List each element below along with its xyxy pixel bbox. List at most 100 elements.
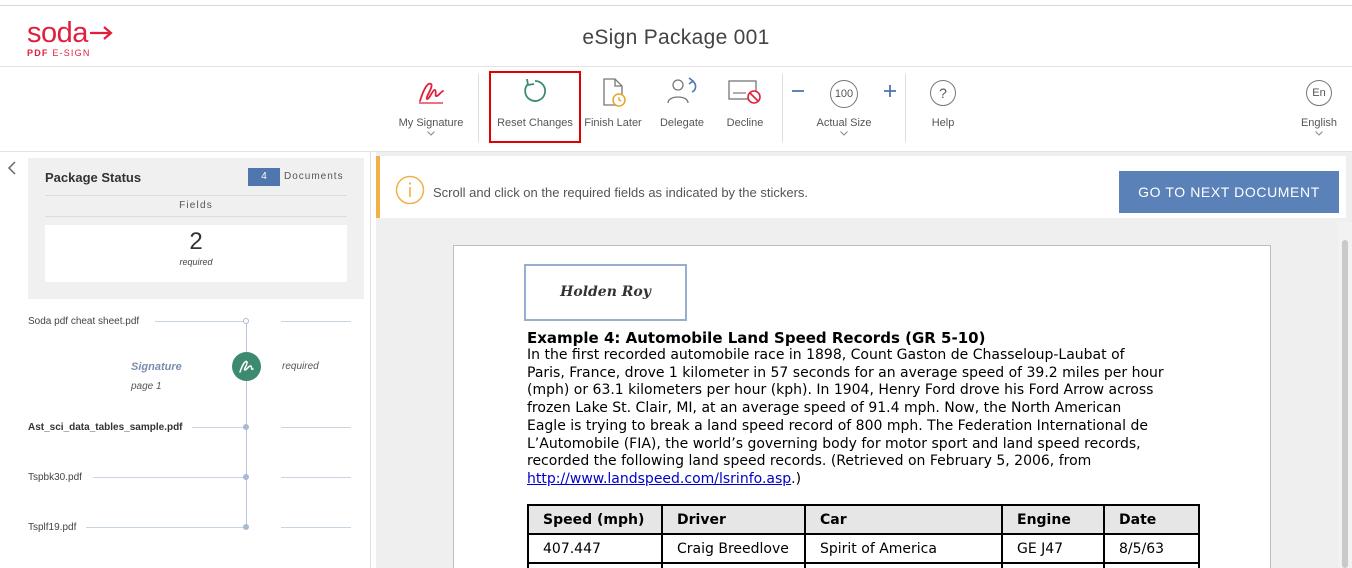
decline-label: Decline (726, 117, 764, 129)
decline-button[interactable]: Decline (715, 68, 775, 144)
paragraph-line: In the first recorded automobile race in… (527, 347, 1125, 363)
vertical-scrollbar[interactable] (1338, 222, 1352, 568)
paragraph-line: (mph) or 63.1 kilometers per hour (kph).… (527, 382, 1154, 399)
my-signature-label: My Signature (398, 117, 464, 129)
timeline-node (243, 318, 249, 324)
signature-status-icon[interactable] (232, 352, 261, 381)
document-item-tsplf19[interactable]: Tsplf19.pdf (28, 522, 76, 533)
document-viewer: Scroll and click on the required fields … (376, 152, 1352, 568)
signature-field[interactable]: Holden Roy (524, 264, 687, 321)
header: soda PDF E-SIGN eSign Package 001 (0, 6, 1352, 67)
help-label: Help (931, 117, 955, 129)
paragraph-line: recorded the following land speed record… (527, 453, 1092, 470)
table-header-cell: Date (1103, 504, 1200, 535)
landspeed-link[interactable]: http://www.landspeed.com/lsrinfo.asp (527, 471, 791, 487)
chevron-down-icon (1315, 131, 1323, 136)
scrollbar-thumb[interactable] (1342, 240, 1348, 568)
delegate-button[interactable]: Delegate (651, 68, 713, 144)
table-header-cell: Car (804, 504, 1003, 535)
table-row: 407.447 Craig Breedlove Spirit of Americ… (527, 533, 1200, 564)
document-item-ast-sci-data-tables[interactable]: Ast_sci_data_tables_sample.pdf (28, 422, 183, 433)
timeline-connector (93, 477, 244, 478)
table-cell: Craig Breedlove (661, 533, 806, 564)
actual-size-button[interactable]: 100 Actual Size (808, 68, 880, 144)
timeline-node (243, 474, 249, 480)
paragraph-line: frozen Lake St. Clair, MI, at an average… (527, 400, 1122, 417)
table-cell: GE J47 (1001, 533, 1105, 564)
signature-pen-icon (239, 360, 254, 373)
paragraph-line-link: http://www.landspeed.com/lsrinfo.asp.) (527, 470, 802, 487)
toolbar-divider (905, 74, 906, 142)
table-cell: Spirit of America (804, 533, 1003, 564)
signature-pen-icon (419, 82, 444, 104)
reset-changes-highlight (489, 71, 581, 143)
language-label: English (1300, 117, 1338, 129)
fields-required-count: 2 (189, 228, 203, 255)
app-window: soda PDF E-SIGN eSign Package 001 My Sig… (0, 0, 1352, 568)
zoom-level-badge: 100 (830, 80, 858, 108)
fields-required-card: 2 required (45, 225, 347, 282)
table-header-row: Speed (mph) Driver Car Engine Date (527, 504, 1200, 535)
go-to-next-document-button[interactable]: GO TO NEXT DOCUMENT (1119, 171, 1339, 213)
chevron-down-icon (427, 131, 435, 136)
timeline-connector (192, 427, 244, 428)
document-clock-icon (603, 78, 626, 107)
delegate-label: Delegate (659, 117, 705, 129)
zoom-out-icon[interactable] (791, 84, 805, 98)
help-button[interactable]: ? Help (915, 68, 971, 144)
my-signature-button[interactable]: My Signature (393, 68, 469, 144)
info-icon (395, 175, 425, 205)
document-timeline: Soda pdf cheat sheet.pdf Signature page … (0, 300, 370, 568)
pdf-page: Holden Roy Example 4: Automobile Land Sp… (453, 245, 1271, 568)
toolbar: My Signature Reset Changes Finish Later (0, 68, 1352, 152)
document-count-badge: 4 (248, 168, 280, 186)
language-selector[interactable]: En English (1295, 68, 1343, 144)
timeline-connector (86, 527, 244, 528)
timeline-connector (281, 427, 351, 428)
timeline-connector (155, 321, 243, 322)
package-status-panel: Package Status 4 Documents Fields 2 requ… (28, 158, 364, 299)
timeline-connector (281, 527, 351, 528)
table-header-cell: Engine (1001, 504, 1105, 535)
table-header-cell: Driver (661, 504, 806, 535)
paragraph-line: Eagle is trying to break a land speed re… (527, 417, 1148, 434)
document-heading: Example 4: Automobile Land Speed Records… (527, 329, 986, 347)
documents-label: Documents (284, 171, 344, 182)
table-cell (1001, 562, 1105, 568)
table-cell: 8/5/63 (1103, 533, 1200, 564)
actual-size-label: Actual Size (816, 117, 872, 129)
toolbar-divider (782, 74, 783, 142)
instruction-text: Scroll and click on the required fields … (433, 185, 809, 200)
page-title: eSign Package 001 (582, 26, 770, 49)
document-item-soda-pdf-cheat-sheet[interactable]: Soda pdf cheat sheet.pdf (28, 316, 139, 327)
timeline-node (243, 524, 249, 530)
delegate-person-icon (667, 77, 697, 104)
fields-label: Fields (45, 195, 347, 217)
language-badge: En (1306, 80, 1332, 106)
signature-required-label: required (282, 361, 319, 372)
signature-page-label: page 1 (131, 381, 162, 392)
table-cell (1103, 562, 1200, 568)
zoom-in-icon[interactable] (883, 84, 897, 98)
table-header-cell: Speed (mph) (527, 504, 663, 535)
package-status-title: Package Status (45, 170, 142, 185)
chevron-down-icon (840, 131, 848, 136)
document-paragraph: In the first recorded automobile race in… (527, 347, 1207, 489)
finish-later-button[interactable]: Finish Later (582, 68, 644, 144)
timeline-node (243, 424, 249, 430)
panel-divider (370, 152, 371, 568)
paragraph-line: Paris, France, drove 1 kilometer in 57 s… (527, 364, 1164, 381)
table-row (527, 562, 1200, 568)
decline-document-icon (728, 80, 761, 104)
timeline-connector (281, 321, 351, 322)
toolbar-divider (478, 74, 479, 142)
document-item-tspbk30[interactable]: Tspbk30.pdf (28, 472, 82, 483)
timeline-connector (281, 477, 351, 478)
signature-field-link[interactable]: Signature (131, 361, 182, 373)
help-question-icon: ? (930, 80, 956, 106)
paragraph-line: L’Automobile (FIA), the world’s governin… (527, 435, 1141, 452)
table-cell (527, 562, 663, 568)
collapse-panel-chevron-icon[interactable] (7, 161, 17, 175)
table-cell (661, 562, 806, 568)
instruction-banner: Scroll and click on the required fields … (376, 156, 1346, 218)
